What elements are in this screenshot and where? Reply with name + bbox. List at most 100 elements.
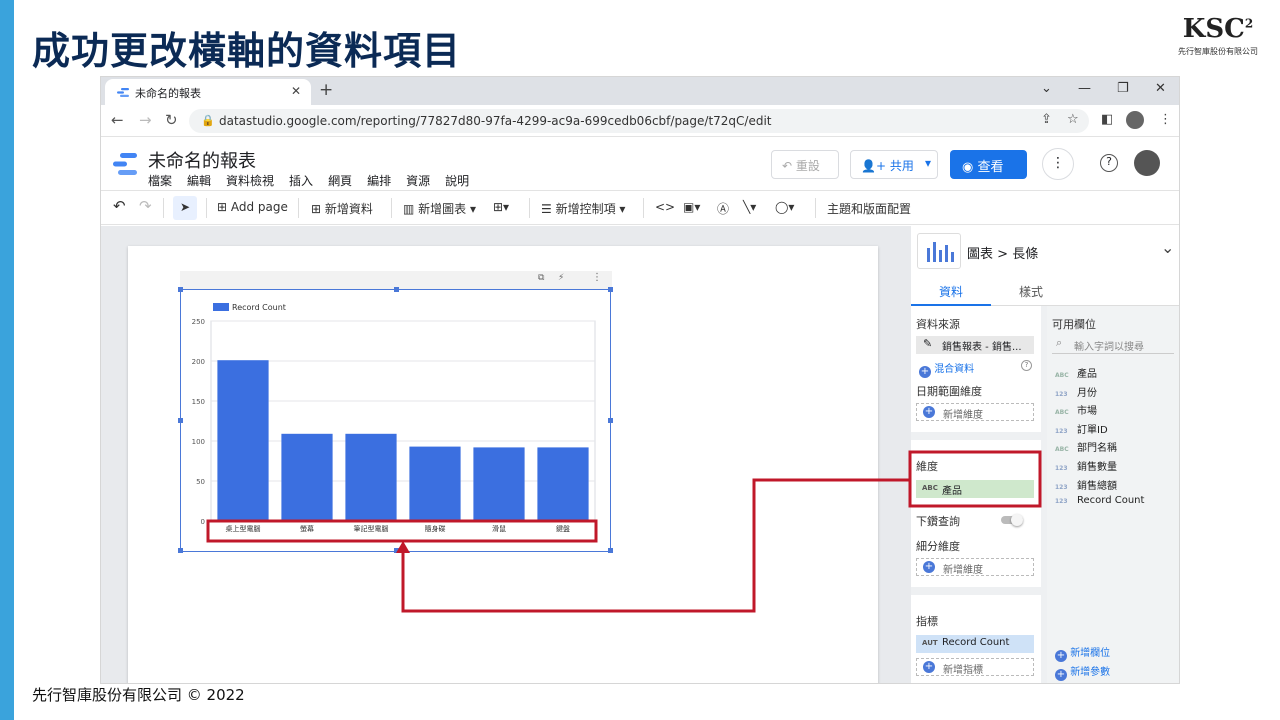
add-parameter-link[interactable]: + 新增參數 [1055, 663, 1110, 681]
side-panel-icon[interactable]: ◧ [1101, 112, 1113, 127]
help-icon[interactable]: ? [1100, 154, 1118, 172]
bar-chart: Record Count 0 50 100 150 200 250 桌上型電腦 螢幕 筆記型電腦 隨… [192, 303, 596, 533]
user-avatar[interactable] [1134, 150, 1160, 176]
field-type-badge: 123 [1055, 498, 1068, 506]
edit-pencil-icon[interactable]: ✎ [923, 337, 932, 350]
menu-arrange[interactable]: 編排 [367, 172, 391, 189]
bookmark-star-icon[interactable]: ☆ [1067, 112, 1079, 127]
add-chart-button[interactable]: ▥ 新增圖表 ▾ [403, 200, 476, 217]
field-item[interactable]: ABC 產品 [1055, 365, 1097, 380]
add-chart-icon: ▥ [403, 202, 419, 216]
browser-tab[interactable]: 未命名的報表 ✕ [105, 79, 311, 105]
shape-icon[interactable]: ◯▾ [775, 200, 794, 214]
panel-tabs: 資料 樣式 [911, 276, 1179, 306]
data-studio-favicon-icon [117, 88, 129, 97]
select-pointer-icon[interactable]: ➤ [173, 196, 197, 220]
filter-icon: ☰ [541, 202, 556, 216]
drill-icon[interactable]: ⚡ [558, 273, 564, 283]
data-source-chip[interactable]: ✎ 銷售報表 - 銷售... [916, 336, 1034, 354]
bar [345, 433, 397, 521]
x-tick-label: 隨身碟 [425, 524, 446, 533]
dimension-chip[interactable]: ABC 產品 [916, 480, 1034, 498]
embed-code-icon[interactable]: <> [655, 200, 675, 214]
add-data-button[interactable]: ⊞ 新增資料 [311, 200, 373, 217]
add-breakdown-dimension[interactable]: + 新增維度 [916, 558, 1034, 576]
add-field-link[interactable]: + 新增欄位 [1055, 644, 1110, 662]
share-button[interactable]: 👤+ 共用 ▾ [850, 150, 938, 179]
blend-data-link[interactable]: + 混合資料 [919, 360, 974, 378]
chart-menu-icon[interactable]: ⋮ [592, 272, 602, 283]
field-item[interactable]: 123 銷售數量 [1055, 458, 1117, 473]
tab-data[interactable]: 資料 [911, 276, 991, 306]
add-page-button[interactable]: ⊞ Add page [217, 200, 288, 214]
menu-page[interactable]: 網頁 [328, 172, 352, 189]
minimize-icon[interactable]: — [1078, 81, 1091, 96]
field-type-badge: 123 [1055, 390, 1068, 398]
menu-resource[interactable]: 資源 [406, 172, 430, 189]
plus-icon: + [923, 406, 935, 418]
url-field[interactable]: 🔒 datastudio.google.com/reporting/77827d… [189, 109, 1089, 133]
field-item[interactable]: 123 銷售總額 [1055, 477, 1117, 492]
forward-icon[interactable]: → [139, 111, 152, 129]
report-name[interactable]: 未命名的報表 [148, 147, 256, 173]
field-item[interactable]: 123 Record Count [1055, 495, 1144, 506]
field-item[interactable]: 123 月份 [1055, 384, 1097, 399]
text-box-icon[interactable]: Ⓐ [717, 200, 729, 217]
y-tick-label: 50 [196, 478, 205, 486]
line-icon[interactable]: ╲▾ [743, 200, 756, 214]
field-type-badge: 123 [1055, 465, 1068, 472]
help-icon[interactable]: ? [1021, 360, 1032, 371]
close-tab-icon[interactable]: ✕ [291, 84, 301, 98]
metric-chip[interactable]: AUT Record Count [916, 635, 1034, 653]
menu-insert[interactable]: 插入 [289, 172, 313, 189]
y-tick-label: 200 [192, 358, 205, 366]
view-button[interactable]: ◉ 查看 [950, 150, 1027, 179]
chart-type-header: 圖表 > 長條 ⌄ [911, 226, 1179, 276]
more-options-icon[interactable]: ⋮ [1042, 148, 1074, 180]
bar-chart-type-icon[interactable] [917, 233, 961, 269]
export-icon[interactable]: ⧉ [538, 273, 544, 283]
community-viz-icon[interactable]: ⊞▾ [493, 200, 509, 214]
new-tab-icon[interactable]: + [319, 80, 333, 100]
tab-style[interactable]: 樣式 [991, 276, 1071, 306]
menu-help[interactable]: 說明 [445, 172, 469, 189]
menu-file[interactable]: 檔案 [148, 172, 172, 189]
browser-menu-icon[interactable]: ⋮ [1159, 112, 1172, 127]
image-icon[interactable]: ▣▾ [683, 200, 700, 214]
chart-breadcrumb: 圖表 > 長條 [967, 247, 1039, 262]
field-name: 產品 [1077, 369, 1097, 380]
field-item[interactable]: ABC 市場 [1055, 402, 1097, 417]
editor-toolbar: ↶ ↷ ➤ ⊞ Add page ⊞ 新增資料 ▥ 新增圖表 ▾ ⊞▾ ☰ 新增… [101, 192, 1179, 225]
undo-icon[interactable]: ↶ [113, 197, 126, 215]
field-item[interactable]: ABC 部門名稱 [1055, 439, 1117, 454]
reset-button[interactable]: ↶ 重設 [771, 150, 839, 179]
field-name: 銷售數量 [1077, 462, 1117, 473]
field-item[interactable]: 123 訂單ID [1055, 421, 1108, 436]
selected-bar-chart[interactable]: Record Count 0 50 100 150 200 250 桌上型電腦 螢幕 筆記型電腦 隨… [178, 287, 613, 553]
field-search-input[interactable]: ⌕ 輸入字詞以搜尋 [1052, 336, 1174, 354]
redo-icon[interactable]: ↷ [139, 197, 152, 215]
reload-icon[interactable]: ↻ [165, 111, 178, 129]
close-window-icon[interactable]: ✕ [1155, 81, 1166, 96]
drilldown-toggle[interactable] [1001, 514, 1023, 526]
share-dropdown-icon[interactable]: ▾ [925, 156, 931, 170]
add-date-dimension[interactable]: + 新增維度 [916, 403, 1034, 421]
plus-icon: + [919, 366, 931, 378]
restore-icon[interactable]: ❐ [1117, 81, 1129, 96]
add-metric[interactable]: + 新增指標 [916, 658, 1034, 676]
menu-edit[interactable]: 編輯 [187, 172, 211, 189]
share-page-icon[interactable]: ⇪ [1041, 112, 1052, 127]
data-studio-logo-icon [113, 153, 137, 175]
back-icon[interactable]: ← [111, 111, 124, 129]
profile-avatar[interactable] [1126, 111, 1144, 129]
field-type-badge: ABC [1055, 446, 1069, 454]
report-canvas: ⧉ ⚡ ⋮ Record Count 0 50 100 150 200 250 桌上型電腦 螢幕… [101, 226, 911, 683]
bar [217, 360, 269, 521]
plus-icon: + [1055, 669, 1067, 681]
collapse-chevron-icon[interactable]: ⌄ [1161, 238, 1174, 257]
add-control-button[interactable]: ☰ 新增控制項 ▾ [541, 200, 625, 217]
bar [409, 446, 461, 521]
menu-view[interactable]: 資料檢視 [226, 172, 274, 189]
theme-layout-button[interactable]: 主題和版面配置 [827, 200, 911, 217]
tab-list-icon[interactable]: ⌄ [1041, 81, 1052, 96]
